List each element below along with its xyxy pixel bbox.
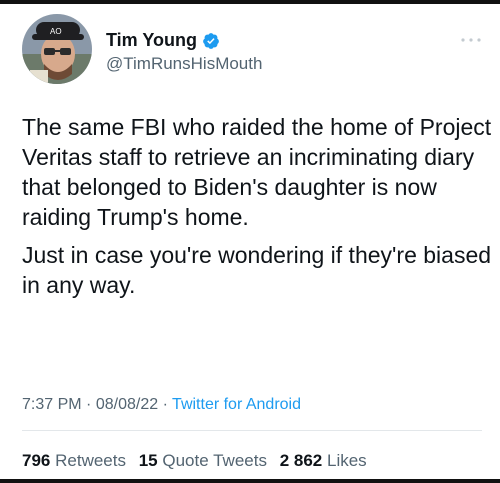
tweet-meta: 7:37 PM · 08/08/22 · Twitter for Android bbox=[22, 396, 301, 414]
meta-separator: · bbox=[162, 396, 168, 413]
divider bbox=[22, 430, 482, 431]
tweet-paragraph-2: Just in case you're wondering if they're… bbox=[22, 242, 492, 298]
handle[interactable]: @TimRunsHisMouth bbox=[106, 54, 262, 74]
likes-stat[interactable]: 2 862 Likes bbox=[280, 451, 367, 470]
quotes-stat[interactable]: 15 Quote Tweets bbox=[139, 451, 267, 470]
likes-count: 2 862 bbox=[279, 451, 323, 470]
likes-label: Likes bbox=[326, 451, 367, 470]
quotes-label: Quote Tweets bbox=[162, 451, 267, 470]
retweets-label: Retweets bbox=[55, 451, 126, 470]
avatar-photo-icon: AO bbox=[22, 14, 92, 84]
retweets-count: 796 bbox=[22, 451, 51, 470]
verified-badge-icon bbox=[202, 32, 220, 50]
svg-text:AO: AO bbox=[50, 27, 62, 36]
author-names: Tim Young @TimRunsHisMouth bbox=[106, 30, 262, 74]
display-name-row: Tim Young bbox=[106, 30, 262, 51]
tweet-text: The same FBI who raided the home of Proj… bbox=[22, 112, 492, 308]
quotes-count: 15 bbox=[138, 451, 158, 470]
tweet-date[interactable]: 08/08/22 bbox=[96, 396, 158, 413]
more-options-icon[interactable] bbox=[460, 32, 482, 42]
avatar[interactable]: AO bbox=[22, 14, 92, 84]
retweets-stat[interactable]: 796 Retweets bbox=[22, 451, 126, 470]
tweet-stats: 796 Retweets 15 Quote Tweets 2 862 Likes bbox=[22, 451, 375, 471]
tweet-time[interactable]: 7:37 PM bbox=[22, 396, 82, 413]
display-name[interactable]: Tim Young bbox=[106, 30, 197, 51]
tweet-header: AO Tim Young @TimRunsHisMouth bbox=[22, 14, 482, 84]
tweet-source-link[interactable]: Twitter for Android bbox=[172, 396, 301, 413]
tweet-card: AO Tim Young @TimRunsHisMouth The same F… bbox=[0, 4, 500, 479]
bottom-border bbox=[0, 479, 500, 483]
tweet-paragraph-1: The same FBI who raided the home of Proj… bbox=[22, 114, 492, 230]
meta-separator: · bbox=[86, 396, 92, 413]
